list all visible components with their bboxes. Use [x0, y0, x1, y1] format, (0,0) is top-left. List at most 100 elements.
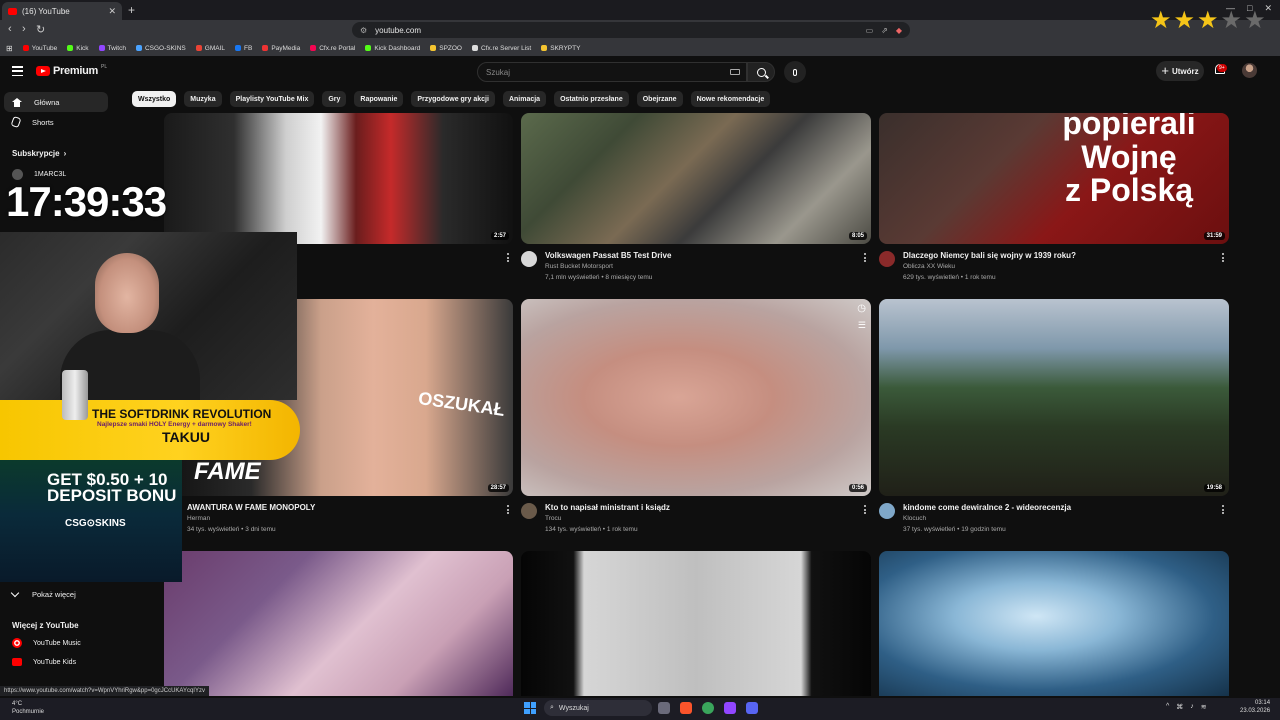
video-title[interactable]: kindome come dewiralnce 2 - wideorecenzj… — [903, 503, 1071, 512]
youtube-music-icon — [12, 638, 22, 648]
forward-icon[interactable]: › — [22, 23, 26, 35]
video-thumbnail[interactable]: popierali Wojnę z Polską 31:59 — [879, 113, 1229, 244]
account-avatar[interactable] — [1242, 63, 1257, 78]
video-meta: 37 tys. wyświetleń • 19 godzin temu — [903, 526, 1006, 533]
channel-name[interactable]: Oblicza XX Wieku — [903, 263, 955, 270]
video-title[interactable]: Dlaczego Niemcy bali się wojny w 1939 ro… — [903, 251, 1076, 260]
sidebar-item-youtube-music[interactable]: YouTube Music — [12, 638, 81, 648]
bookmark-item[interactable]: YouTube — [22, 45, 57, 52]
search-button[interactable] — [747, 62, 775, 82]
add-to-queue-icon[interactable]: ☰ — [858, 320, 866, 331]
chip-recently-uploaded[interactable]: Ostatnio przesłane — [554, 91, 629, 107]
site-info-icon[interactable]: ⚙ — [360, 26, 367, 35]
close-window-icon[interactable]: ✕ — [1264, 3, 1272, 14]
bookmark-item[interactable]: Cfx.re Server List — [472, 45, 531, 52]
extension-icon[interactable]: ◆ — [896, 26, 902, 35]
bookmark-item[interactable]: Kick — [67, 45, 89, 52]
channel-avatar[interactable] — [879, 251, 895, 267]
casino-brand: CSG⊙SKINS — [65, 518, 126, 529]
bookmark-item[interactable]: PayMedia — [262, 45, 300, 52]
chip-music[interactable]: Muzyka — [184, 91, 222, 107]
share-icon[interactable]: ⇗ — [881, 26, 888, 35]
channel-avatar[interactable] — [521, 503, 537, 519]
create-button[interactable]: + Utwórz — [1156, 61, 1204, 81]
volume-icon[interactable]: ♪ — [1190, 703, 1194, 711]
bookmark-item[interactable]: SPZOO — [430, 45, 462, 52]
video-menu-icon[interactable] — [507, 505, 510, 514]
discord-icon[interactable] — [746, 702, 758, 714]
video-thumbnail[interactable]: ◷ ☰ 0:56 — [521, 299, 871, 496]
channel-avatar[interactable] — [879, 503, 895, 519]
chip-animation[interactable]: Animacja — [502, 91, 547, 107]
video-title[interactable]: Kto to napisał ministrant i ksiądz — [545, 503, 670, 512]
windows-start-icon[interactable] — [524, 702, 536, 714]
twitch-icon — [98, 45, 105, 51]
taskbar-search[interactable]: ⌕ Wyszukaj — [544, 700, 652, 716]
app-icon[interactable] — [724, 702, 736, 714]
chip-action-adventure[interactable]: Przygodowe gry akcji — [411, 91, 495, 107]
menu-icon[interactable] — [12, 66, 23, 76]
kick-icon — [365, 45, 372, 51]
reload-icon[interactable]: ↻ — [36, 23, 45, 36]
new-tab-icon[interactable]: + — [128, 3, 135, 17]
show-more-button[interactable]: Pokaż więcej — [10, 588, 76, 599]
bookmark-item[interactable]: Kick Dashboard — [365, 45, 420, 52]
bookmark-item[interactable]: FB — [235, 45, 252, 52]
chip-new-recommendations[interactable]: Nowe rekomendacje — [690, 91, 771, 107]
keyboard-icon[interactable] — [730, 69, 740, 75]
video-menu-icon[interactable] — [864, 253, 867, 262]
video-title[interactable]: AWANTURA W FAME MONOPOLY — [187, 503, 315, 512]
video-title[interactable]: Volkswagen Passat B5 Test Drive — [545, 251, 671, 260]
sidebar-item-youtube-kids[interactable]: YouTube Kids — [12, 658, 76, 666]
chip-games[interactable]: Gry — [322, 91, 347, 107]
brave-browser-icon[interactable] — [680, 702, 692, 714]
channel-name[interactable]: Rust Bucket Motorsport — [545, 263, 613, 270]
bookmark-item[interactable]: Twitch — [98, 45, 126, 52]
chip-rap[interactable]: Rapowanie — [354, 91, 404, 107]
video-menu-icon[interactable] — [1222, 505, 1225, 514]
cast-icon[interactable]: ▭ — [866, 26, 874, 35]
video-thumbnail[interactable]: 8:05 — [521, 113, 871, 244]
channel-name[interactable]: Herman — [187, 515, 210, 522]
back-icon[interactable]: ‹ — [8, 23, 12, 35]
video-thumbnail[interactable] — [879, 551, 1229, 696]
network-icon[interactable]: ⌘ — [1176, 703, 1183, 711]
channel-name[interactable]: Trocu — [545, 515, 561, 522]
tab-close-icon[interactable]: ✕ — [108, 6, 116, 17]
video-thumbnail[interactable]: 2:57 — [164, 113, 513, 244]
sidebar-item-home[interactable]: Główna — [4, 92, 108, 112]
chip-all[interactable]: Wszystko — [132, 91, 177, 107]
bookmark-item[interactable]: Cfx.re Portal — [310, 45, 355, 52]
watch-later-icon[interactable]: ◷ — [857, 303, 866, 314]
youtube-logo[interactable]: Premium PL — [36, 64, 107, 77]
subscriptions-heading[interactable]: Subskrypcje › — [12, 149, 66, 158]
wifi-icon[interactable]: ≋ — [1201, 703, 1207, 711]
apps-grid-icon[interactable]: ⊞ — [6, 44, 13, 53]
voice-search-button[interactable] — [784, 61, 806, 83]
app-icon[interactable] — [702, 702, 714, 714]
browser-tabbar: (16) YouTube ✕ + — □ ✕ — [0, 0, 1280, 20]
weather-widget[interactable]: 4°C Pochmurnie — [12, 700, 44, 716]
video-menu-icon[interactable] — [507, 253, 510, 262]
video-menu-icon[interactable] — [864, 505, 867, 514]
bookmark-item[interactable]: SKRYPTY — [541, 45, 580, 52]
youtube-play-icon — [36, 66, 50, 76]
channel-name[interactable]: Klocuch — [903, 515, 926, 522]
taskbar-clock[interactable]: 03:14 23.03.2026 — [1240, 699, 1270, 715]
address-bar[interactable]: ⚙ youtube.com ▭ ⇗ ◆ — [352, 22, 910, 38]
video-menu-icon[interactable] — [1222, 253, 1225, 262]
folder-icon — [430, 45, 437, 51]
browser-tab[interactable]: (16) YouTube ✕ — [2, 2, 122, 20]
video-thumbnail[interactable]: 19:58 — [879, 299, 1229, 496]
chip-watched[interactable]: Obejrzane — [636, 91, 683, 107]
chevron-up-icon[interactable]: ^ — [1166, 703, 1169, 711]
video-thumbnail[interactable] — [164, 551, 513, 696]
channel-avatar[interactable] — [521, 251, 537, 267]
sidebar-item-shorts[interactable]: Shorts — [4, 112, 108, 132]
bookmark-item[interactable]: CSGO-SKINS — [135, 45, 186, 52]
chip-mix-playlists[interactable]: Playlisty YouTube Mix — [229, 91, 315, 107]
task-view-icon[interactable] — [658, 702, 670, 714]
bookmark-item[interactable]: GMAIL — [195, 45, 225, 52]
search-input[interactable]: Szukaj — [477, 62, 747, 82]
video-thumbnail[interactable] — [521, 551, 871, 696]
